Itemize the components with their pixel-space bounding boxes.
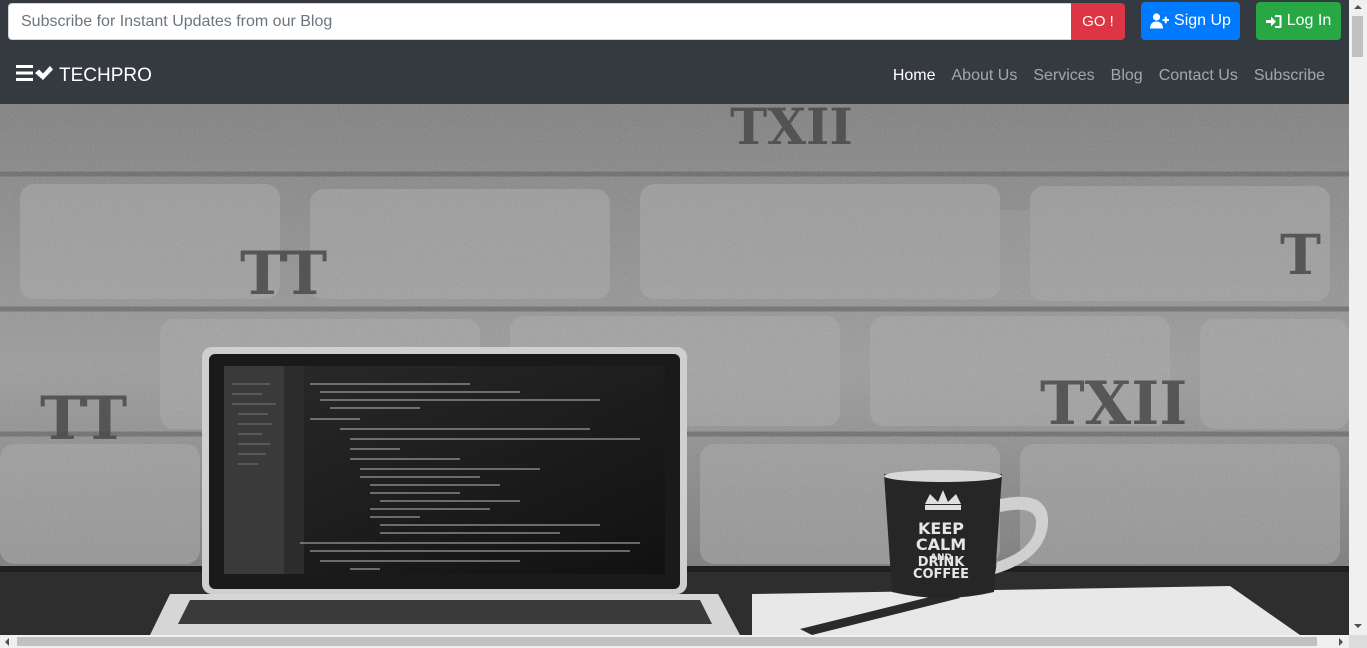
nav-item-blog[interactable]: Blog — [1111, 67, 1143, 84]
nav-item-contact-us[interactable]: Contact Us — [1159, 67, 1238, 84]
subscribe-bar: GO ! Sign Up Log In — [0, 0, 1349, 47]
nav-item-home[interactable]: Home — [893, 67, 936, 84]
subscribe-input[interactable] — [8, 3, 1071, 40]
brand-link[interactable]: TECHPRO — [16, 47, 152, 104]
nav-item-services[interactable]: Services — [1033, 67, 1094, 84]
svg-text:T: T — [1280, 222, 1321, 287]
sign-up-button[interactable]: Sign Up — [1141, 2, 1240, 40]
sign-in-icon — [1265, 14, 1282, 29]
nav-menu: Home About Us Services Blog Contact Us S… — [893, 47, 1325, 104]
svg-text:TT: TT — [240, 239, 328, 309]
go-button[interactable]: GO ! — [1071, 3, 1125, 40]
nav-item-subscribe[interactable]: Subscribe — [1254, 67, 1325, 84]
menu-check-icon — [16, 63, 53, 89]
sign-up-label: Sign Up — [1174, 12, 1231, 29]
nav-item-about-us[interactable]: About Us — [952, 67, 1018, 84]
horizontal-scroll-thumb[interactable] — [17, 637, 1317, 646]
brand-name: TECHPRO — [59, 64, 152, 86]
main-navbar: TECHPRO Home About Us Services Blog Cont… — [0, 47, 1349, 104]
scrollbar-corner — [1349, 635, 1367, 648]
horizontal-scrollbar[interactable] — [0, 635, 1349, 648]
mug-text-line-5: COFFEE — [913, 567, 969, 582]
log-in-button[interactable]: Log In — [1256, 2, 1341, 40]
log-in-label: Log In — [1286, 12, 1332, 29]
vertical-scrollbar[interactable] — [1349, 0, 1367, 635]
svg-text:TXII: TXII — [1040, 369, 1187, 439]
user-plus-icon — [1150, 13, 1170, 29]
hero-image: TXII TT TT TXII T KEEP CALM AND DRINK CO… — [0, 104, 1349, 635]
svg-text:TT: TT — [40, 384, 128, 454]
mug-text-line-2: CALM — [916, 535, 966, 554]
scroll-down-arrow-icon[interactable] — [1354, 624, 1362, 628]
vertical-scroll-thumb[interactable] — [1352, 16, 1363, 57]
svg-text:TXII: TXII — [730, 104, 853, 156]
hero-photo: TXII TT TT TXII T KEEP CALM AND DRINK CO… — [0, 104, 1349, 635]
scroll-right-arrow-icon[interactable] — [1339, 638, 1343, 646]
scroll-up-arrow-icon[interactable] — [1354, 5, 1362, 9]
scroll-left-arrow-icon[interactable] — [5, 638, 9, 646]
